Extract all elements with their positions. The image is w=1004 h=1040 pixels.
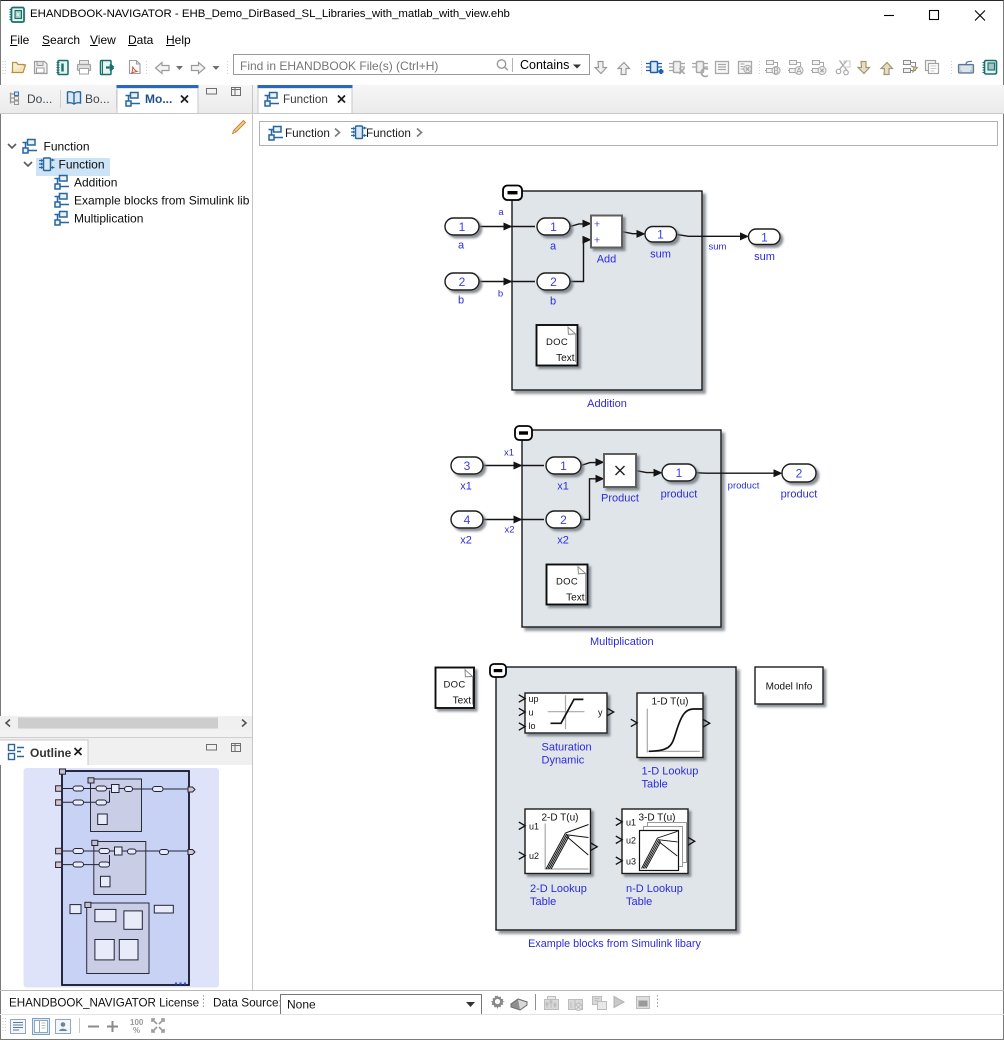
svg-text:u3: u3 bbox=[626, 857, 636, 867]
svg-text:Function: Function bbox=[283, 93, 328, 106]
svg-text:2: 2 bbox=[459, 275, 466, 289]
svg-text:DOC: DOC bbox=[443, 679, 465, 690]
svg-text:x2: x2 bbox=[504, 525, 514, 536]
svg-text:Text: Text bbox=[453, 696, 472, 707]
svg-text:Multiplication: Multiplication bbox=[74, 212, 143, 226]
svg-text:Do...: Do... bbox=[27, 92, 52, 106]
svg-text:n-D Lookup: n-D Lookup bbox=[626, 883, 683, 895]
svg-text:b: b bbox=[550, 296, 556, 308]
svg-text:A: A bbox=[796, 67, 802, 76]
svg-text:1-D T(u): 1-D T(u) bbox=[651, 697, 688, 708]
svg-text:Product: Product bbox=[601, 493, 639, 505]
svg-text:Model Info: Model Info bbox=[766, 682, 813, 693]
svg-text:+: + bbox=[594, 235, 600, 247]
svg-text:Function: Function bbox=[59, 158, 105, 172]
svg-text:Addition: Addition bbox=[74, 176, 117, 190]
svg-text:x2: x2 bbox=[460, 535, 472, 547]
svg-text:u1: u1 bbox=[529, 822, 539, 832]
svg-text:u1: u1 bbox=[626, 818, 636, 828]
svg-text:lo: lo bbox=[529, 721, 536, 731]
svg-text:B: B bbox=[773, 67, 778, 76]
svg-text:1: 1 bbox=[550, 220, 557, 234]
svg-text:b: b bbox=[458, 295, 464, 307]
svg-text:DOC: DOC bbox=[556, 576, 578, 587]
svg-text:x2: x2 bbox=[557, 535, 569, 547]
svg-text:Bo...: Bo... bbox=[85, 92, 110, 106]
svg-text:u: u bbox=[529, 708, 534, 718]
svg-text:3: 3 bbox=[464, 459, 471, 473]
svg-text:Text: Text bbox=[556, 353, 575, 364]
svg-text:Example blocks from Simulink l: Example blocks from Simulink libary bbox=[528, 938, 701, 950]
svg-text:+: + bbox=[594, 219, 600, 231]
svg-text:y: y bbox=[598, 708, 603, 718]
svg-text:1-D Lookup: 1-D Lookup bbox=[642, 766, 699, 778]
svg-text:Add: Add bbox=[597, 254, 617, 266]
svg-text:Table: Table bbox=[626, 896, 652, 908]
svg-text:product: product bbox=[728, 481, 760, 492]
svg-text:sum: sum bbox=[709, 242, 727, 253]
svg-text:None: None bbox=[287, 998, 316, 1012]
svg-text:3-D T(u): 3-D T(u) bbox=[638, 813, 675, 824]
svg-text:Example blocks from Simulink l: Example blocks from Simulink lib bbox=[74, 194, 250, 208]
svg-text:1: 1 bbox=[560, 459, 567, 473]
svg-text:Multiplication: Multiplication bbox=[590, 636, 654, 648]
svg-text:sum: sum bbox=[650, 249, 671, 261]
svg-text:2: 2 bbox=[796, 467, 803, 481]
svg-text:Saturation: Saturation bbox=[542, 742, 592, 754]
svg-text:Function: Function bbox=[285, 127, 330, 140]
svg-text:1: 1 bbox=[657, 228, 664, 242]
svg-text:x1: x1 bbox=[504, 448, 514, 459]
svg-text:2-D Lookup: 2-D Lookup bbox=[530, 883, 587, 895]
svg-text:b: b bbox=[498, 289, 503, 300]
svg-text:Text: Text bbox=[566, 593, 585, 604]
svg-text:EHANDBOOK_NAVIGATOR License: EHANDBOOK_NAVIGATOR License bbox=[9, 997, 199, 1010]
svg-text:x1: x1 bbox=[460, 481, 472, 493]
svg-text:1: 1 bbox=[459, 220, 466, 234]
svg-text:product: product bbox=[781, 489, 818, 501]
svg-text:2-D T(u): 2-D T(u) bbox=[541, 813, 578, 824]
svg-text:u2: u2 bbox=[529, 851, 539, 861]
svg-text:Table: Table bbox=[642, 779, 668, 791]
svg-text:a: a bbox=[550, 241, 557, 253]
svg-text:%: % bbox=[133, 1026, 140, 1035]
svg-text:Dynamic: Dynamic bbox=[542, 755, 585, 767]
svg-text:a: a bbox=[498, 207, 504, 218]
svg-text:1: 1 bbox=[761, 231, 768, 245]
svg-text:product: product bbox=[661, 489, 698, 501]
svg-text:Function: Function bbox=[44, 140, 90, 154]
svg-text:Mo...: Mo... bbox=[145, 92, 172, 106]
svg-text:Data Source:: Data Source: bbox=[213, 996, 282, 1010]
svg-text:Addition: Addition bbox=[587, 398, 627, 410]
svg-text:DOC: DOC bbox=[546, 337, 568, 348]
svg-text:Outline: Outline bbox=[30, 746, 72, 760]
svg-text:u2: u2 bbox=[626, 836, 636, 846]
svg-text:2: 2 bbox=[560, 513, 567, 527]
svg-text:a: a bbox=[458, 240, 465, 252]
svg-text:2: 2 bbox=[550, 275, 557, 289]
svg-text:4: 4 bbox=[464, 513, 471, 527]
svg-text:Function: Function bbox=[366, 127, 411, 140]
svg-text:1: 1 bbox=[676, 466, 683, 480]
svg-text:Table: Table bbox=[530, 896, 556, 908]
svg-text:x1: x1 bbox=[557, 481, 569, 493]
svg-text:up: up bbox=[529, 694, 539, 704]
svg-text:sum: sum bbox=[754, 251, 775, 263]
